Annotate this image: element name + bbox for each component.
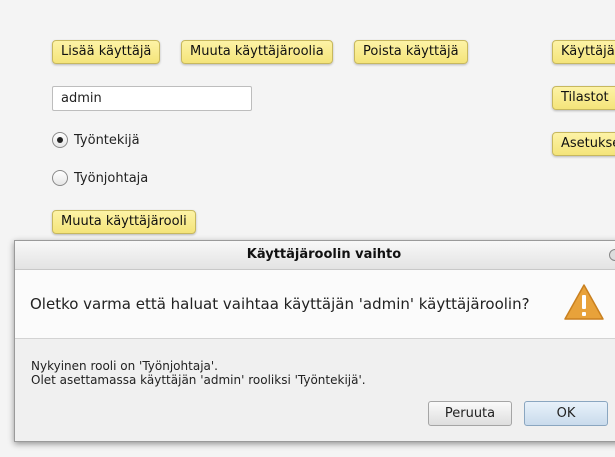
username-input[interactable]: admin [52, 86, 252, 111]
submit-role-button[interactable]: Muuta käyttäjärooli [52, 210, 196, 234]
detail-current-role: Nykyinen rooli on 'Työnjohtaja'. [31, 359, 218, 373]
statistics-menu-button[interactable]: Tilastot [552, 86, 615, 110]
radio-supervisor[interactable] [52, 170, 68, 186]
radio-employee-row[interactable]: Työntekijä [52, 132, 140, 148]
users-menu-button[interactable]: Käyttäjät [552, 40, 615, 64]
dialog-question: Oletko varma että haluat vaihtaa käyttäj… [30, 295, 530, 313]
cancel-button[interactable]: Peruuta [428, 401, 512, 426]
dialog-masthead: Oletko varma että haluat vaihtaa käyttäj… [15, 270, 615, 339]
radio-supervisor-row[interactable]: Työnjohtaja [52, 170, 148, 186]
confirm-dialog: Käyttäjäroolin vaihto Oletko varma että … [14, 240, 615, 442]
radio-employee-label: Työntekijä [74, 132, 140, 148]
radio-employee[interactable] [52, 132, 68, 148]
radio-supervisor-label: Työnjohtaja [74, 170, 149, 186]
change-role-button[interactable]: Muuta käyttäjäroolia [181, 40, 333, 64]
detail-new-role: Olet asettamassa käyttäjän 'admin' rooli… [31, 373, 366, 387]
remove-user-button[interactable]: Poista käyttäjä [354, 40, 468, 64]
add-user-button[interactable]: Lisää käyttäjä [52, 40, 161, 64]
settings-menu-button[interactable]: Asetukset [552, 132, 615, 156]
dialog-title: Käyttäjäroolin vaihto [246, 247, 402, 262]
ok-button[interactable]: OK [524, 401, 608, 426]
close-icon[interactable] [609, 249, 615, 261]
warning-icon [564, 284, 604, 320]
dialog-titlebar: Käyttäjäroolin vaihto [15, 241, 615, 270]
dialog-details: Nykyinen rooli on 'Työnjohtaja'. Olet as… [31, 359, 366, 387]
